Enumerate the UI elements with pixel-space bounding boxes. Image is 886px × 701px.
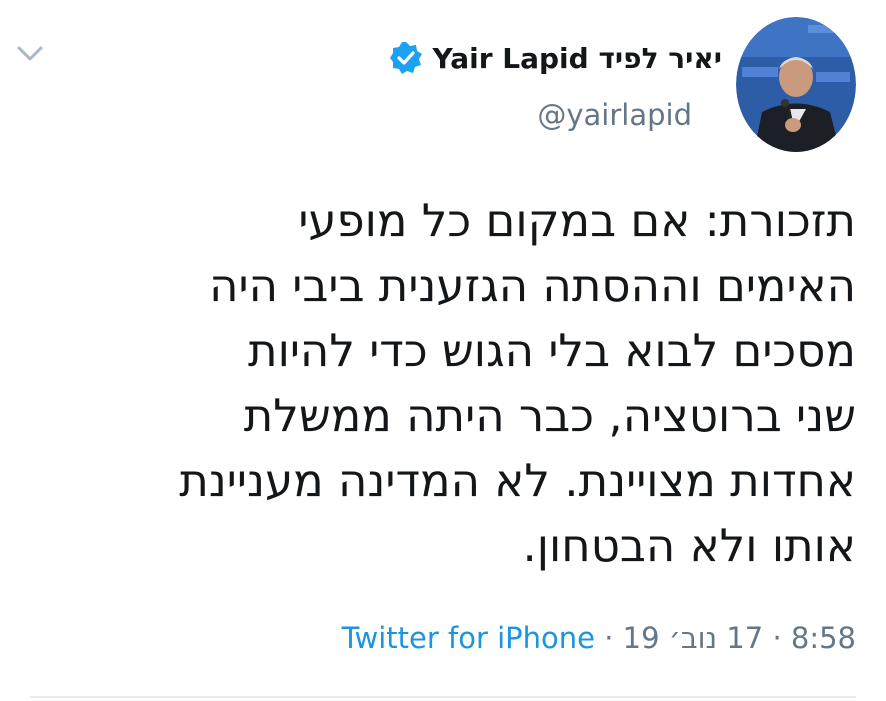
meta-separator: · (604, 621, 614, 655)
display-name[interactable]: יאיר לפיד Yair Lapid (433, 42, 722, 75)
tweet-source-link[interactable]: Twitter for iPhone (342, 621, 595, 655)
tweet-card: יאיר לפיד Yair Lapid @yairlapid תזכורת: … (0, 0, 886, 701)
tweet-time: 8:58 (790, 621, 856, 655)
author-row[interactable]: יאיר לפיד Yair Lapid (389, 38, 722, 78)
tweet-body-line: אותו ולא הבטחון. (522, 519, 856, 572)
verified-badge-icon (389, 42, 422, 74)
tweet-body-line: מסכים לבוא בלי הגוש כדי להיות (248, 324, 856, 377)
tweet-body: תזכורת: אם במקום כל מופעי האימים וההסתה … (36, 188, 856, 578)
tweet-body-line: האימים וההסתה הגזענית ביבי היה (209, 259, 856, 312)
divider (30, 696, 856, 698)
tweet-body-line: אחדות מצויינת. לא המדינה מעניינת (179, 454, 856, 507)
avatar[interactable] (736, 17, 856, 152)
tweet-date: 17 נוב׳ 19 (622, 621, 764, 655)
meta-separator: · (772, 621, 782, 655)
tweet-body-line: תזכורת: אם במקום כל מופעי (298, 194, 856, 247)
tweet-meta: 8:58 · 17 נוב׳ 19 · Twitter for iPhone (342, 621, 856, 655)
user-handle[interactable]: @yairlapid (537, 98, 692, 132)
tweet-body-line: שני ברוטציה, כבר היתה ממשלת (243, 389, 856, 442)
chevron-down-icon[interactable] (14, 42, 46, 66)
